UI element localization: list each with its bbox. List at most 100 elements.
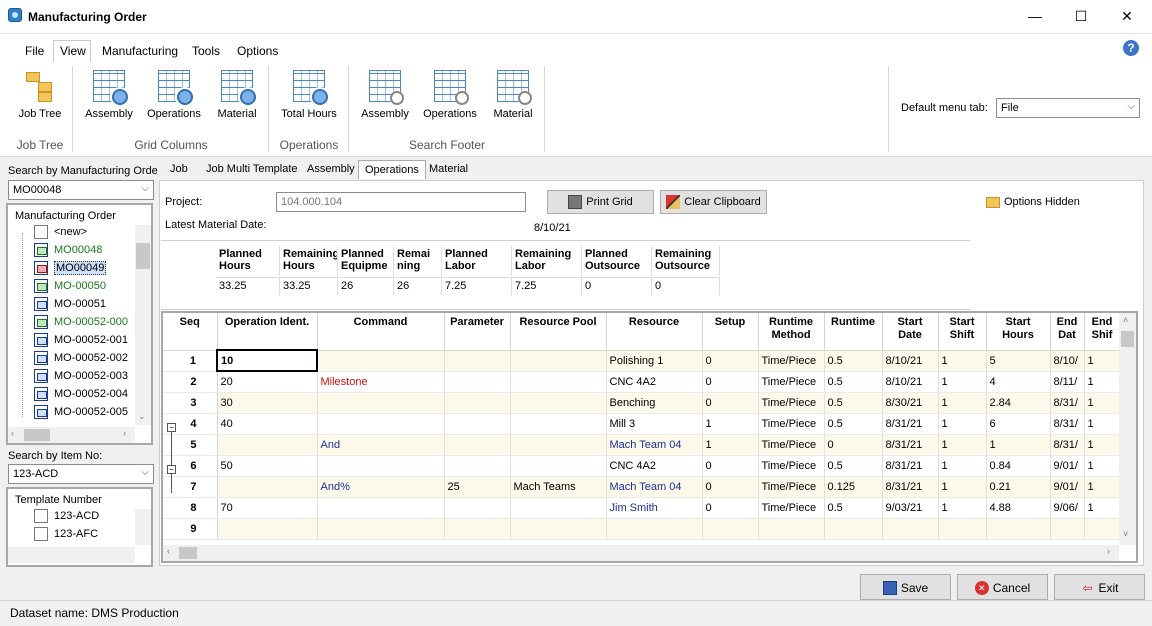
grid-cell[interactable]: [510, 413, 607, 435]
mo-tree-item[interactable]: MO-00052-001: [34, 333, 128, 351]
grid-cell[interactable]: Mach Teams: [510, 476, 607, 498]
mo-tree-item[interactable]: MO-00052-004: [34, 387, 128, 405]
grid-cell[interactable]: [317, 350, 445, 372]
grid-cell[interactable]: [510, 518, 607, 540]
grid-vscroll[interactable]: ˄ ˅: [1119, 313, 1136, 545]
menu-tools[interactable]: Tools: [192, 44, 220, 58]
grid-cell[interactable]: Time/Piece: [758, 497, 825, 519]
scroll-thumb[interactable]: [179, 547, 197, 559]
scroll-right-icon[interactable]: ›: [123, 428, 126, 438]
grid-cell[interactable]: 25: [444, 476, 511, 498]
grid-cell[interactable]: 1: [938, 371, 987, 393]
grid-cell[interactable]: 1: [702, 413, 759, 435]
mo-tree-item[interactable]: <new>: [34, 225, 87, 243]
table-row[interactable]: 2 20 Milestone CNC 4A2 0 Time/Piece 0.5 8/10/21…: [163, 371, 1121, 393]
tab-job-multi-template[interactable]: Job Multi Template: [200, 160, 304, 179]
grid-cell[interactable]: 1: [1084, 350, 1121, 372]
search-mo-select[interactable]: MO00048 ⌵: [8, 180, 154, 200]
column-header[interactable]: End Shif: [1084, 313, 1121, 351]
grid-cell[interactable]: 1: [938, 434, 987, 456]
grid-cell[interactable]: And: [317, 434, 445, 456]
grid-cell[interactable]: 5: [986, 350, 1051, 372]
mo-tree-item[interactable]: MO00049: [34, 261, 107, 279]
column-header[interactable]: Start Shift: [938, 313, 987, 351]
grid-cell[interactable]: [217, 518, 318, 540]
grid-cell[interactable]: Time/Piece: [758, 434, 825, 456]
grid-cell[interactable]: 0.125: [824, 476, 883, 498]
scroll-thumb[interactable]: [1121, 331, 1134, 347]
grid-cell[interactable]: [702, 518, 759, 540]
grid-cell[interactable]: Time/Piece: [758, 476, 825, 498]
grid-cell[interactable]: 8/11/: [1050, 371, 1085, 393]
tab-operations[interactable]: Operations: [358, 160, 426, 179]
grid-cell[interactable]: [758, 518, 825, 540]
column-header[interactable]: Parameter: [444, 313, 511, 351]
grid-cell[interactable]: [444, 350, 511, 372]
scroll-right-icon[interactable]: ›: [1107, 546, 1110, 556]
grid-cell[interactable]: 0: [702, 455, 759, 477]
grid-cell[interactable]: [444, 434, 511, 456]
grid-cell[interactable]: 1: [938, 413, 987, 435]
mo-tree-item[interactable]: MO00048: [34, 243, 102, 261]
grid-cell[interactable]: 9/01/: [1050, 455, 1085, 477]
grid-columns-assembly-button[interactable]: Assembly: [80, 70, 138, 120]
grid-cell[interactable]: 10: [216, 349, 318, 372]
grid-cell[interactable]: 0.5: [824, 413, 883, 435]
grid-cell[interactable]: 9/03/21: [882, 497, 939, 519]
grid-cell[interactable]: Benching: [606, 392, 703, 414]
grid-cell[interactable]: 1: [1084, 455, 1121, 477]
grid-cell[interactable]: 1: [938, 392, 987, 414]
grid-cell[interactable]: [217, 434, 318, 456]
grid-cell[interactable]: 1: [986, 434, 1051, 456]
grid-cell[interactable]: [510, 350, 607, 372]
scroll-thumb[interactable]: [24, 429, 50, 441]
grid-cell[interactable]: 8/31/21: [882, 434, 939, 456]
grid-cell[interactable]: 1: [938, 455, 987, 477]
job-tree-button[interactable]: Job Tree: [12, 70, 68, 120]
grid-cell[interactable]: 1: [938, 497, 987, 519]
grid-cell[interactable]: Mach Team 04: [606, 434, 703, 456]
grid-cell[interactable]: Mach Team 04: [606, 476, 703, 498]
grid-columns-operations-button[interactable]: Operations: [143, 70, 205, 120]
grid-cell[interactable]: Time/Piece: [758, 371, 825, 393]
grid-cell[interactable]: Mill 3: [606, 413, 703, 435]
grid-cell[interactable]: [1050, 518, 1085, 540]
total-hours-button[interactable]: Total Hours: [274, 70, 344, 120]
grid-cell[interactable]: 0: [702, 350, 759, 372]
grid-cell[interactable]: Time/Piece: [758, 455, 825, 477]
grid-cell[interactable]: 1: [938, 350, 987, 372]
grid-cell[interactable]: 8/31/: [1050, 392, 1085, 414]
grid-cell[interactable]: 0.5: [824, 371, 883, 393]
tab-assembly[interactable]: Assembly: [301, 160, 361, 179]
options-hidden-button[interactable]: Options Hidden: [986, 196, 1080, 208]
mo-tree-item[interactable]: MO-00052-005: [34, 405, 128, 423]
grid-cell[interactable]: [510, 455, 607, 477]
grid-cell[interactable]: 1: [1084, 497, 1121, 519]
grid-cell[interactable]: [882, 518, 939, 540]
maximize-button[interactable]: ☐: [1058, 0, 1104, 32]
table-row[interactable]: 3 30 Benching 0 Time/Piece 0.5 8/30/21 1 2.84 8/3…: [163, 392, 1121, 414]
mo-tree-hscroll[interactable]: ‹ ›: [8, 427, 135, 443]
table-row[interactable]: 1 10 Polishing 1 0 Time/Piece 0.5 8/10/21 1 5 8/1…: [163, 349, 1121, 372]
column-header[interactable]: Operation Ident.: [217, 313, 318, 351]
grid-cell[interactable]: 1: [1084, 476, 1121, 498]
scroll-down-icon[interactable]: ⌄: [138, 411, 146, 422]
grid-cell[interactable]: 8/10/: [1050, 350, 1085, 372]
mo-tree-vscroll[interactable]: ⌄: [135, 225, 151, 425]
grid-cell[interactable]: 50: [217, 455, 318, 477]
grid-cell[interactable]: 70: [217, 497, 318, 519]
mo-tree-item[interactable]: MO-00052-003: [34, 369, 128, 387]
tab-job[interactable]: Job: [164, 160, 194, 179]
search-item-select[interactable]: 123-ACD ⌵: [8, 464, 154, 484]
grid-cell[interactable]: 0.5: [824, 350, 883, 372]
table-row[interactable]: 7 And% 25 Mach Teams Mach Team 04 0 Time/Piece…: [163, 476, 1121, 498]
grid-cell[interactable]: 0.5: [824, 497, 883, 519]
grid-cell[interactable]: 1: [1084, 392, 1121, 414]
grid-cell[interactable]: [317, 497, 445, 519]
grid-cell[interactable]: [444, 518, 511, 540]
grid-cell[interactable]: 9/06/: [1050, 497, 1085, 519]
grid-cell[interactable]: [317, 455, 445, 477]
grid-cell[interactable]: CNC 4A2: [606, 371, 703, 393]
grid-cell[interactable]: 8/31/21: [882, 455, 939, 477]
grid-cell[interactable]: [317, 518, 445, 540]
